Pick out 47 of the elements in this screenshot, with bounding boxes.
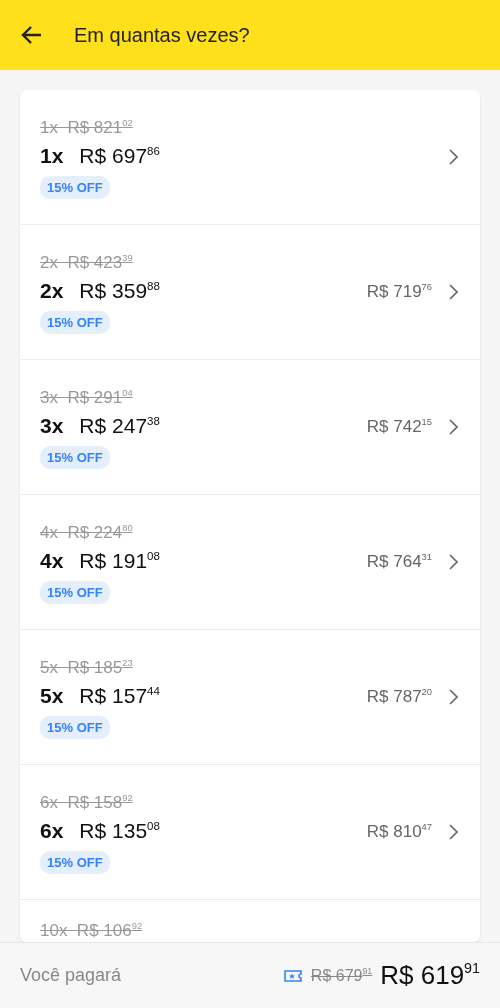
discount-badge: 15% OFF bbox=[40, 310, 110, 335]
installment-count: 5x bbox=[40, 683, 64, 710]
discount-badge: 15% OFF bbox=[40, 715, 110, 740]
original-price: 2x R$ 423$^{39}$ bbox=[40, 251, 133, 274]
chevron-right-icon bbox=[448, 284, 458, 300]
original-total: R$ 679$^{91}$ bbox=[310, 964, 373, 986]
installment-option[interactable]: 1x R$ 821$^{02}$ 1x R$ 697$^{86}$ 15% OFF bbox=[20, 90, 480, 225]
discount-badge: 15% OFF bbox=[40, 175, 110, 200]
total-amount: R$ 810$^{47}$ bbox=[366, 821, 432, 844]
installment-price: R$ 247$^{38}$ bbox=[79, 413, 160, 440]
installment-count: 2x bbox=[40, 278, 64, 305]
original-price: 3x R$ 291$^{04}$ bbox=[40, 386, 133, 409]
discount-badge: 15% OFF bbox=[40, 850, 110, 875]
installment-price: R$ 359$^{88}$ bbox=[79, 278, 160, 305]
total-amount: R$ 787$^{20}$ bbox=[366, 686, 432, 709]
installment-option[interactable]: 5x R$ 185$^{23}$ 5x R$ 157$^{44}$ 15% OFF R$ 787$^{20}$ bbox=[20, 630, 480, 765]
original-price: 1x R$ 821$^{02}$ bbox=[40, 116, 133, 139]
installment-count: 4x bbox=[40, 548, 64, 575]
installment-option[interactable]: 2x R$ 423$^{39}$ 2x R$ 359$^{88}$ 15% OFF R$ 719$^{76}$ bbox=[20, 225, 480, 360]
original-price: 4x R$ 224$^{80}$ bbox=[40, 521, 133, 544]
total-amount: R$ 742$^{15}$ bbox=[366, 416, 432, 439]
discount-badge: 15% OFF bbox=[40, 580, 110, 605]
installment-price: R$ 191$^{08}$ bbox=[79, 548, 160, 575]
footer-label: Você pagará bbox=[20, 964, 122, 987]
total-amount: R$ 764$^{31}$ bbox=[366, 551, 432, 574]
total-price: R$ 619$^{91}$ bbox=[380, 959, 480, 992]
installment-count: 6x bbox=[40, 818, 64, 845]
installment-count: 1x bbox=[40, 143, 64, 170]
installment-price: R$ 157$^{44}$ bbox=[79, 683, 160, 710]
page-title: Em quantas vezes? bbox=[74, 23, 250, 48]
chevron-right-icon bbox=[448, 554, 458, 570]
original-price: 5x R$ 185$^{23}$ bbox=[40, 656, 133, 679]
installment-price: R$ 135$^{08}$ bbox=[79, 818, 160, 845]
chevron-right-icon bbox=[448, 689, 458, 705]
original-price: 6x R$ 158$^{92}$ bbox=[40, 791, 133, 814]
total-amount: R$ 719$^{76}$ bbox=[366, 281, 432, 304]
installment-option[interactable]: 4x R$ 224$^{80}$ 4x R$ 191$^{08}$ 15% OFF R$ 764$^{31}$ bbox=[20, 495, 480, 630]
chevron-right-icon bbox=[448, 419, 458, 435]
installment-option[interactable]: 3x R$ 291$^{04}$ 3x R$ 247$^{38}$ 15% OFF R$ 742$^{15}$ bbox=[20, 360, 480, 495]
chevron-right-icon bbox=[448, 149, 458, 165]
installment-option[interactable]: 6x R$ 158$^{92}$ 6x R$ 135$^{08}$ 15% OFF R$ 810$^{47}$ bbox=[20, 765, 480, 900]
installment-count: 3x bbox=[40, 413, 64, 440]
installment-price: R$ 697$^{86}$ bbox=[79, 143, 160, 170]
chevron-right-icon bbox=[448, 824, 458, 840]
coupon-icon bbox=[282, 967, 303, 984]
discount-badge: 15% OFF bbox=[40, 445, 110, 470]
original-price: 10x R$ 106$^{92}$ bbox=[40, 920, 143, 942]
